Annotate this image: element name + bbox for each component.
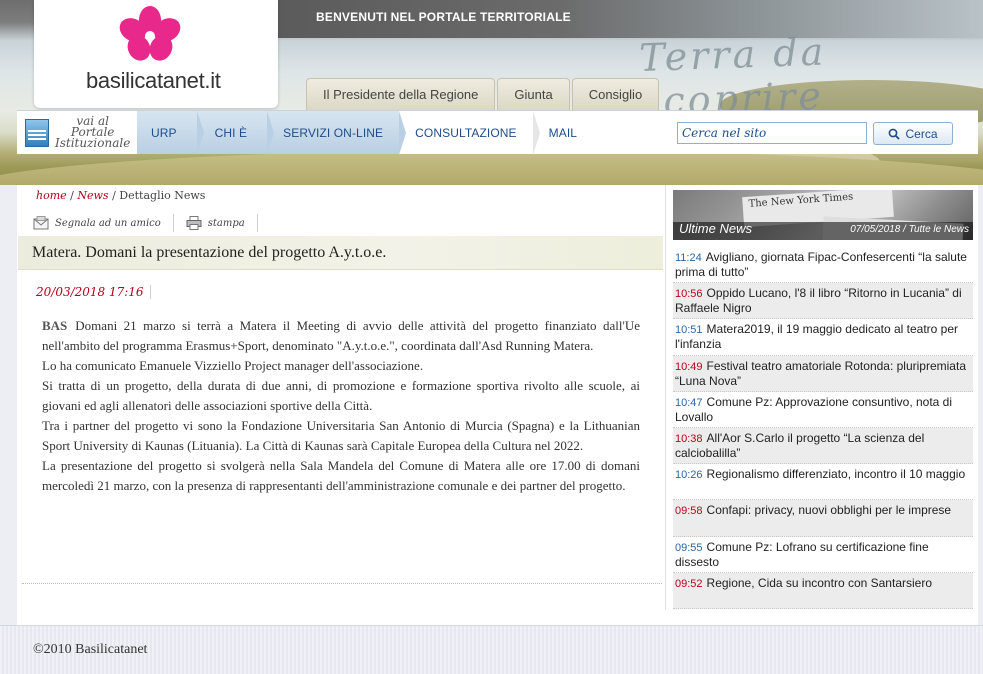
all-news-link[interactable]: 07/05/2018 / Tutte le News <box>850 224 969 235</box>
divider <box>665 185 666 610</box>
news-headline[interactable]: Comune Pz: Lofrano su certificazione fin… <box>675 540 929 569</box>
footer: ©2010 Basilicatanet <box>0 625 983 674</box>
header-motto: Terra da scoprire <box>638 29 827 124</box>
nav-item-chi-e[interactable]: CHI È <box>196 111 275 155</box>
news-headline[interactable]: Avigliano, giornata Fipac-Confesercenti … <box>675 250 967 279</box>
article-paragraph: La presentazione del progetto si svolger… <box>42 458 640 493</box>
portal-link[interactable]: vai al Portale Istituzionale <box>17 111 137 154</box>
portal-link-text: vai al Portale Istituzionale <box>55 115 131 150</box>
page-gutter-left <box>0 185 17 625</box>
search-button[interactable]: Cerca <box>873 122 953 145</box>
breadcrumb-home[interactable]: home <box>36 189 67 202</box>
signal-friend-link[interactable]: Segnala ad un amico <box>33 214 174 232</box>
nav-label: CONSULTAZIONE <box>415 125 517 140</box>
nav-label: MAIL <box>548 125 578 140</box>
news-headline[interactable]: Matera2019, il 19 maggio dedicato al tea… <box>675 322 958 351</box>
news-headline[interactable]: All'Aor S.Carlo il progetto “La scienza … <box>675 431 924 460</box>
news-headline[interactable]: Confapi: privacy, nuovi obblighi per le … <box>707 503 952 517</box>
news-time: 10:49 <box>675 360 703 373</box>
print-link[interactable]: stampa <box>186 214 258 232</box>
article-title-bar: Matera. Domani la presentazione del prog… <box>18 236 663 270</box>
news-list-item[interactable]: 11:24 Avigliano, giornata Fipac-Confeserc… <box>673 247 973 284</box>
article-title: Matera. Domani la presentazione del prog… <box>32 244 387 261</box>
print-label: stampa <box>207 217 245 229</box>
breadcrumb: home / News / Dettaglio News <box>36 189 205 202</box>
search-input[interactable] <box>677 122 867 144</box>
news-headline[interactable]: Oppido Lucano, l'8 il libro “Ritorno in … <box>675 286 962 315</box>
portal-line: Istituzionale <box>55 136 131 150</box>
news-time: 10:26 <box>675 469 703 482</box>
nav-item-mail[interactable]: MAIL <box>532 111 594 154</box>
news-time: 10:38 <box>675 432 703 445</box>
logo[interactable]: basilicatanet.it <box>34 0 278 108</box>
news-headline[interactable]: Regione, Cida su incontro con Santarsier… <box>707 576 932 590</box>
news-list-item[interactable]: 09:55 Comune Pz: Lofrano su certificazion… <box>673 537 973 573</box>
news-list-item[interactable]: 10:47 Comune Pz: Approvazione consuntivo,… <box>673 392 973 428</box>
welcome-text: BENVENUTI NEL PORTALE TERRITORIALE <box>316 10 571 24</box>
article-source: BAS <box>42 318 68 333</box>
breadcrumb-separator: / <box>70 189 74 202</box>
flower-logo-icon <box>119 6 181 61</box>
header-banner: BENVENUTI NEL PORTALE TERRITORIALE Terra… <box>0 0 983 185</box>
portal-emblem-icon <box>25 118 49 147</box>
article-paragraph: BAS Domani 21 marzo si terrà a Matera il … <box>42 316 640 356</box>
article-paragraph: Tra i partner del progetto vi sono la Fo… <box>42 418 640 453</box>
news-headline[interactable]: Regionalismo differenziato, incontro il … <box>707 467 966 481</box>
article-paragraph-text: Domani 21 marzo si terrà a Matera il Mee… <box>42 318 640 353</box>
article-paragraph: Si tratta di un progetto, della durata d… <box>42 378 640 413</box>
latest-news-list: 11:24 Avigliano, giornata Fipac-Confeserc… <box>673 247 973 609</box>
news-list-item[interactable]: 10:26 Regionalismo differenziato, incontr… <box>673 464 973 501</box>
search-icon <box>889 128 901 140</box>
news-time: 09:52 <box>675 577 703 590</box>
article-tools: Segnala ad un amico stampa <box>33 213 270 233</box>
news-list-item[interactable]: 09:52 Regione, Cida su incontro con Santa… <box>673 572 973 609</box>
article-date: 20/03/2018 17:16 <box>36 285 151 299</box>
tab-presidente[interactable]: Il Presidente della Regione <box>306 78 496 110</box>
nav-item-consultazione[interactable]: CONSULTAZIONE <box>399 111 540 155</box>
nav-label: CHI È <box>214 125 248 140</box>
nav-item-servizi-online[interactable]: SERVIZI ON-LINE <box>267 111 407 155</box>
news-time: 10:47 <box>675 396 703 409</box>
latest-news-panel: The New York Times Ultime News 07/05/201… <box>673 190 973 609</box>
signal-friend-label: Segnala ad un amico <box>55 217 161 229</box>
nav-label: SERVIZI ON-LINE <box>283 125 384 140</box>
news-time: 10:56 <box>675 288 703 301</box>
search-area: Cerca <box>667 110 978 154</box>
news-list-item[interactable]: 09:58 Confapi: privacy, nuovi obblighi pe… <box>673 500 973 537</box>
tab-consiglio[interactable]: Consiglio <box>571 78 660 110</box>
nav-label: URP <box>151 125 177 140</box>
article-paragraph: Lo ha comunicato Emanuele Vizziello Proj… <box>42 358 424 373</box>
nav-item-urp[interactable]: URP <box>137 111 204 155</box>
breadcrumb-news[interactable]: News <box>77 189 108 202</box>
news-list-item[interactable]: 10:51 Matera2019, il 19 maggio dedicato a… <box>673 319 973 356</box>
news-time: 11:24 <box>675 252 702 264</box>
latest-news-title: Ultime News <box>679 221 752 236</box>
main-nav: vai al Portale Istituzionale URP CHI È S… <box>17 110 667 155</box>
main-content: home / News / Dettaglio News Segnala ad … <box>17 185 665 610</box>
logo-text: basilicatanet.it <box>86 68 221 93</box>
news-headline[interactable]: Comune Pz: Approvazione consuntivo, nota… <box>675 395 952 424</box>
latest-news-header: The New York Times Ultime News 07/05/201… <box>673 190 973 240</box>
breadcrumb-separator: / <box>112 189 116 202</box>
news-time: 09:55 <box>675 541 703 554</box>
tab-giunta[interactable]: Giunta <box>497 78 570 110</box>
institution-tabs: Il Presidente della Regione Giunta Consi… <box>306 78 661 110</box>
news-list-item[interactable]: 10:56 Oppido Lucano, l'8 il libro “Ritorn… <box>673 283 973 320</box>
copyright: ©2010 Basilicatanet <box>33 642 148 657</box>
article-body: BAS Domani 21 marzo si terrà a Matera il … <box>42 316 640 496</box>
divider <box>673 607 973 609</box>
mail-icon <box>33 216 49 230</box>
print-icon <box>186 216 202 230</box>
breadcrumb-current: Dettaglio News <box>119 189 206 202</box>
page-gutter-right <box>978 185 983 625</box>
news-list-item[interactable]: 10:49 Festival teatro amatoriale Rotonda:… <box>673 355 973 392</box>
news-time: 10:51 <box>675 324 703 337</box>
divider <box>22 583 662 584</box>
news-time: 09:58 <box>675 505 703 518</box>
news-headline[interactable]: Festival teatro amatoriale Rotonda: plur… <box>675 359 966 388</box>
news-list-item[interactable]: 10:38 All'Aor S.Carlo il progetto “La sci… <box>673 427 973 465</box>
search-button-label: Cerca <box>905 126 938 141</box>
